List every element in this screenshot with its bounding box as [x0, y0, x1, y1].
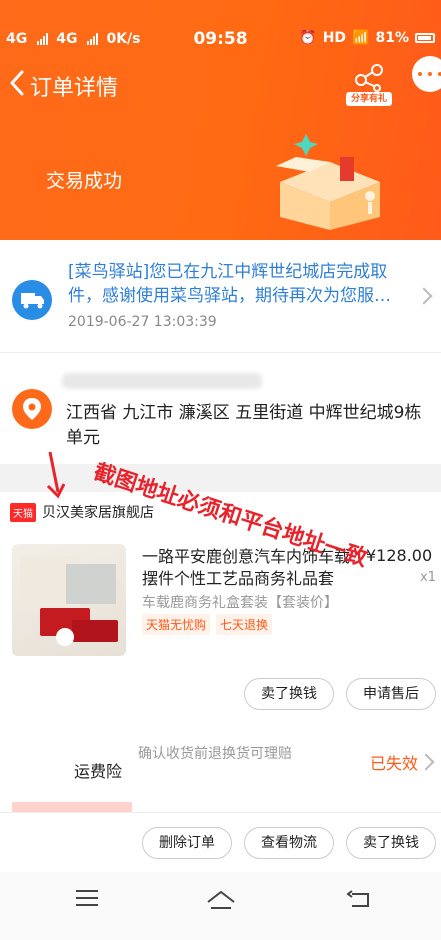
insurance-label: 运费险: [74, 762, 123, 781]
status-bar: 4G 4G 0K/s 09:58 ⏰ HD 📶 81%: [0, 26, 441, 54]
share-button[interactable]: 分享有礼: [346, 62, 392, 110]
nav-bar: 订单详情 分享有礼: [0, 62, 441, 106]
thumb-red-box: [72, 620, 118, 642]
more-button[interactable]: [412, 56, 441, 92]
recipient-blurred: [62, 373, 262, 389]
thumb-deer: [56, 628, 74, 646]
partial-row: [0, 800, 441, 812]
partial-row-shape: [12, 802, 132, 812]
delete-order-button[interactable]: 删除订单: [142, 827, 232, 859]
bottom-action-bar: 删除订单 查看物流 卖了换钱: [0, 812, 441, 872]
battery-level: 81%: [375, 30, 409, 46]
back-button[interactable]: [6, 68, 30, 98]
bottom-resell-button[interactable]: 卖了换钱: [346, 827, 436, 859]
order-header: 4G 4G 0K/s 09:58 ⏰ HD 📶 81% 订单详情 分享有礼 交易…: [0, 0, 441, 240]
shop-header[interactable]: 天猫 贝汉美家居旗舰店: [10, 500, 154, 524]
truck-icon: [12, 280, 52, 320]
product-qty: x1: [420, 570, 436, 585]
tag-seven-days: 七天退换: [216, 614, 273, 635]
chevron-right-icon: [415, 287, 433, 305]
more-dot: [428, 72, 432, 76]
thumb-shape: [66, 564, 116, 604]
hd-label: HD: [322, 30, 347, 46]
package-box-icon: [276, 134, 380, 230]
battery-icon: [415, 33, 435, 43]
after-sale-button[interactable]: 申请售后: [346, 678, 436, 710]
address-text: 江西省 九江市 濂溪区 五里街道 中辉世纪城9栋 单元: [66, 403, 422, 448]
tag-no-worry: 天猫无忧购: [142, 614, 211, 635]
page-title: 订单详情: [30, 76, 119, 101]
order-status: 交易成功: [46, 170, 123, 192]
share-icon: [355, 64, 383, 92]
shop-name: 贝汉美家居旗舰店: [42, 505, 154, 521]
tmall-badge: 天猫: [10, 502, 36, 522]
view-logistics-button[interactable]: 查看物流: [244, 827, 334, 859]
location-pin-icon: [12, 389, 52, 429]
logistics-time: 2019-06-27 13:03:39: [68, 314, 217, 330]
address-card[interactable]: 江西省 九江市 濂溪区 五里街道 中辉世纪城9栋 单元: [0, 352, 441, 464]
back-arrow-icon: [10, 70, 24, 96]
logistics-card[interactable]: [菜鸟驿站]您已在九江中辉世纪城店完成取件，感谢使用菜鸟驿站，期待再次为您服… …: [0, 240, 441, 352]
menu-icon[interactable]: [76, 890, 98, 906]
system-nav-bar: [0, 872, 441, 940]
wifi-icon: 📶: [352, 30, 370, 46]
section-gap: [0, 464, 441, 492]
product-sku: 车载鹿商务礼盒套装【套装价】: [142, 595, 338, 611]
alarm-icon: ⏰: [299, 30, 317, 46]
resell-button[interactable]: 卖了换钱: [244, 678, 334, 710]
home-icon[interactable]: [206, 890, 236, 910]
back-key-icon[interactable]: [346, 890, 372, 910]
product-thumbnail[interactable]: [12, 544, 126, 656]
insurance-status[interactable]: 已失效: [370, 750, 418, 774]
logistics-message: [菜鸟驿站]您已在九江中辉世纪城店完成取件，感谢使用菜鸟驿站，期待再次为您服…: [68, 262, 391, 306]
service-tags: 天猫无忧购 七天退换: [142, 614, 273, 635]
chevron-right-icon: [417, 753, 435, 771]
insurance-desc: 确认收货前退换货可理赔: [138, 746, 292, 762]
product-title[interactable]: 一路平安鹿创意汽车内饰车载摆件个性工艺品商务礼品套: [142, 546, 364, 590]
product-price: ¥128.00: [366, 546, 433, 565]
more-dot: [418, 72, 422, 76]
share-badge: 分享有礼: [346, 92, 392, 106]
order-items-card: 天猫 贝汉美家居旗舰店 一路平安鹿创意汽车内饰车载摆件个性工艺品商务礼品套 ¥1…: [0, 492, 441, 810]
